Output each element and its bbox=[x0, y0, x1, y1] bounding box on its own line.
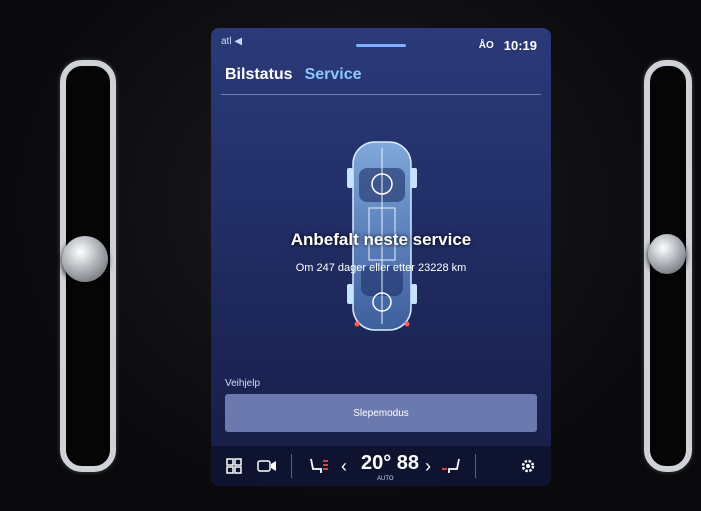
center-display: atl ◀ ÅO 10:19 Bilstatus Service Anbefal… bbox=[211, 28, 551, 486]
top-pull-down-handle[interactable] bbox=[356, 44, 406, 47]
climate-bar: ‹ 20° 88 AUTO › bbox=[211, 446, 551, 486]
profile-indicator: ÅO bbox=[478, 40, 494, 51]
tab-divider bbox=[221, 94, 541, 95]
roadside-assistance-label: Veihjelp bbox=[225, 378, 261, 389]
climate-auto-label: AUTO bbox=[377, 476, 394, 482]
climate-divider bbox=[291, 454, 292, 478]
gear-glyph bbox=[521, 459, 535, 473]
temperature-display[interactable]: 20° 88 bbox=[361, 452, 419, 475]
camera-icon[interactable] bbox=[255, 456, 279, 476]
signal-indicator: atl ◀ bbox=[221, 36, 243, 47]
seat-glyph bbox=[310, 458, 328, 473]
tab-bilstatus[interactable]: Bilstatus bbox=[225, 66, 293, 84]
tab-service[interactable]: Service bbox=[305, 66, 362, 84]
tow-mode-button[interactable]: Slepemodus bbox=[225, 394, 537, 432]
status-bar: atl ◀ ÅO 10:19 bbox=[211, 28, 551, 60]
status-right: ÅO 10:19 bbox=[479, 38, 537, 53]
service-recommendation-title: Anbefalt neste service bbox=[290, 230, 472, 249]
seat-glyph-right bbox=[442, 458, 460, 473]
tab-bar: Bilstatus Service bbox=[225, 66, 362, 84]
left-vent-knob[interactable] bbox=[62, 236, 108, 282]
app-grid-icon[interactable] bbox=[223, 456, 245, 476]
clock: 10:19 bbox=[503, 38, 537, 53]
temp-decrease-chevron-left-icon[interactable]: ‹ bbox=[337, 456, 351, 476]
tow-mode-button-label: Slepemodus bbox=[353, 407, 409, 419]
seat-heat-left-icon[interactable] bbox=[305, 456, 331, 476]
climate-settings-gear-icon[interactable] bbox=[517, 456, 539, 476]
service-recommendation-detail: Om 247 dager eller etter 23228 km bbox=[295, 262, 467, 274]
climate-divider-right bbox=[475, 454, 476, 478]
camera-glyph bbox=[257, 460, 276, 472]
grid-glyph bbox=[226, 458, 242, 474]
right-vent-knob[interactable] bbox=[648, 234, 686, 274]
seat-heat-right-icon[interactable] bbox=[439, 456, 465, 476]
temp-increase-chevron-right-icon[interactable]: › bbox=[421, 456, 435, 476]
